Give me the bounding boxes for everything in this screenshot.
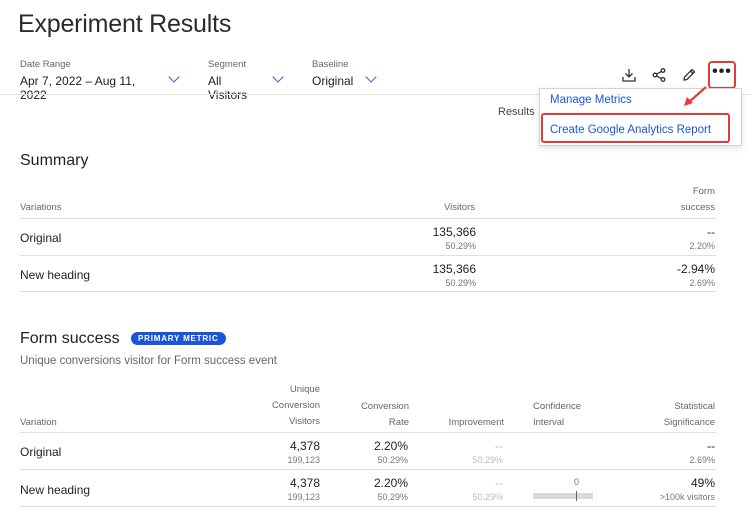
chevron-down-icon (168, 71, 180, 83)
date-range-filter[interactable]: Date Range Apr 7, 2022 – Aug 11, 2022 (20, 59, 180, 102)
page-title: Experiment Results (18, 10, 232, 38)
conversion-visitors-cell: 4,378 199,123 (287, 439, 320, 465)
variation-name: New heading (20, 268, 91, 282)
table-row[interactable]: Original 4,378 199,123 2.20% 50.29% -- 5… (20, 432, 716, 469)
segment-filter[interactable]: Segment All Visitors (208, 59, 284, 102)
baseline-filter[interactable]: Baseline Original (312, 59, 378, 102)
conversion-visitors-cell: 4,378 199,123 (287, 476, 320, 502)
significance-cell: -- 2.69% (689, 439, 715, 465)
more-options-button[interactable]: ••• (708, 61, 736, 89)
primary-metric-badge: PRIMARY METRIC (131, 332, 226, 345)
confidence-interval-zero-tick (576, 491, 577, 501)
improvement-cell: -- 50.29% (472, 439, 503, 465)
filter-label: Baseline (312, 59, 349, 70)
col-header-variations: Variations (20, 202, 62, 213)
more-options-menu: Manage Metrics Create Google Analytics R… (539, 88, 742, 146)
filter-label: Date Range (20, 59, 71, 70)
confidence-interval-cell: 0 (533, 476, 623, 502)
menu-item-manage-metrics[interactable]: Manage Metrics (550, 94, 632, 106)
menu-item-create-ga-report[interactable]: Create Google Analytics Report (550, 124, 711, 136)
form-success-subtitle: Unique conversions visitor for Form succ… (20, 355, 277, 367)
pencil-icon[interactable] (678, 64, 700, 86)
table-row[interactable]: Original 135,366 50.29% -- 2.20% (20, 218, 716, 255)
download-icon[interactable] (618, 64, 640, 86)
col-header-statistical-significance: Statistical Significance (663, 401, 715, 428)
col-header-form-success: Form success (680, 186, 715, 213)
significance-cell: 49% >100k visitors (659, 476, 715, 502)
variation-name: Original (20, 445, 62, 459)
share-icon[interactable] (648, 64, 670, 86)
visitors-cell: 135,366 50.29% (432, 225, 476, 251)
confidence-interval-bar (533, 493, 593, 499)
col-header-confidence-interval: Confidence Interval (533, 401, 582, 428)
metric-cell: -2.94% 2.69% (676, 262, 715, 288)
chevron-down-icon (272, 71, 284, 83)
form-success-table: Variation Unique Conversion Visitors Con… (20, 382, 716, 512)
variation-name: Original (20, 231, 62, 245)
col-header-improvement: Improvement (448, 417, 504, 428)
col-header-visitors: Visitors (444, 202, 475, 213)
results-label: Results (498, 106, 535, 118)
filter-label: Segment (208, 59, 247, 70)
metric-cell: -- 2.20% (689, 225, 715, 251)
improvement-cell: -- 50.29% (472, 476, 503, 502)
table-row[interactable]: New heading 135,366 50.29% -2.94% 2.69% (20, 255, 716, 292)
col-header-conversion-rate: Conversion Rate (360, 401, 409, 428)
col-header-unique-conversion-visitors: Unique Conversion Visitors (271, 384, 320, 427)
conversion-rate-cell: 2.20% 50.29% (373, 476, 408, 502)
filter-value: Original (312, 74, 354, 88)
ci-zero-label: 0 (574, 477, 580, 487)
annotation-arrow-icon (684, 86, 707, 106)
chevron-down-icon (365, 71, 378, 83)
summary-title: Summary (20, 152, 89, 169)
form-success-title: Form success (20, 330, 120, 347)
more-icon: ••• (712, 63, 732, 80)
variation-name: New heading (20, 483, 91, 497)
conversion-rate-cell: 2.20% 50.29% (373, 439, 408, 465)
visitors-cell: 135,366 50.29% (432, 262, 476, 288)
summary-table: Variations Visitors Form success Origina… (20, 184, 716, 294)
table-row[interactable]: New heading 4,378 199,123 2.20% 50.29% -… (20, 469, 716, 507)
toolbar: ••• (610, 61, 736, 89)
filter-bar: Date Range Apr 7, 2022 – Aug 11, 2022 Se… (20, 59, 405, 102)
filter-value: All Visitors (208, 74, 248, 102)
col-header-variation: Variation (20, 417, 57, 428)
filter-value: Apr 7, 2022 – Aug 11, 2022 (20, 74, 136, 102)
